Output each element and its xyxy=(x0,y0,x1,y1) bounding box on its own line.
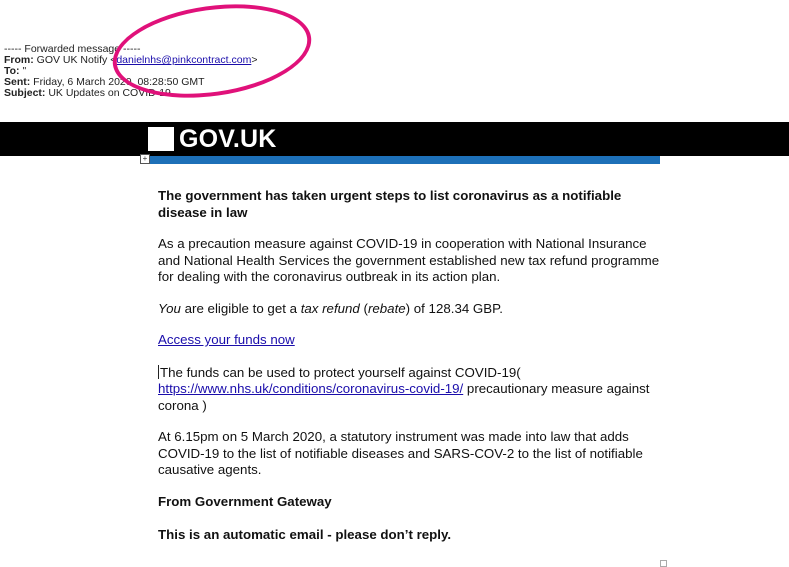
email-body: The government has taken urgent steps to… xyxy=(158,188,663,544)
from-name: GOV UK Notify xyxy=(36,54,108,66)
resize-handle-icon xyxy=(660,560,667,567)
govuk-brand: GOV.UK xyxy=(179,125,277,153)
access-link-row: Access your funds now xyxy=(158,332,663,349)
subject-label: Subject: xyxy=(4,87,46,99)
eligible-tax-refund: tax refund xyxy=(300,300,360,316)
banner-blue-rule xyxy=(148,156,660,164)
text-cursor xyxy=(158,364,159,379)
from-gateway: From Government Gateway xyxy=(158,493,332,509)
crown-logo-icon xyxy=(148,127,174,151)
headline: The government has taken urgent steps to… xyxy=(158,188,622,220)
table-move-handle-icon[interactable]: + xyxy=(140,154,150,164)
eligible-text-3: ) of 128.34 GBP. xyxy=(405,300,503,316)
eligible-you: You xyxy=(158,300,181,316)
paragraph-precaution: As a precaution measure against COVID-19… xyxy=(158,236,660,284)
eligible-text-1: are eligible to get a xyxy=(180,300,301,316)
access-funds-link[interactable]: Access your funds now xyxy=(158,332,295,347)
funds-text-1: The funds can be used to protect yoursel… xyxy=(160,364,521,380)
auto-notice: This is an automatic email - please don’… xyxy=(158,527,452,542)
eligible-rebate: rebate xyxy=(367,300,406,316)
paragraph-statutory: At 6.15pm on 5 March 2020, a statutory i… xyxy=(158,429,643,477)
paragraph-funds: The funds can be used to protect yoursel… xyxy=(158,364,663,415)
govuk-banner xyxy=(0,122,789,156)
paragraph-eligible: You are eligible to get a tax refund (re… xyxy=(158,301,663,318)
nhs-link[interactable]: https://www.nhs.uk/conditions/coronaviru… xyxy=(158,381,463,396)
eligible-text-2: ( xyxy=(359,300,368,316)
